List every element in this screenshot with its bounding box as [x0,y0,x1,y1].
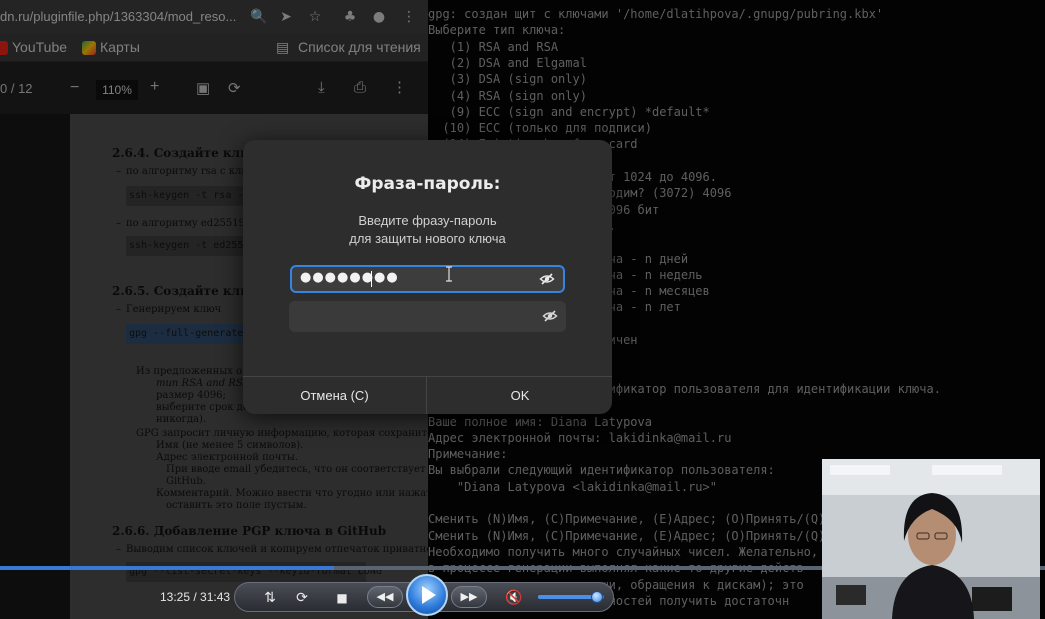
volume-level [538,595,598,599]
text-cursor [371,271,372,287]
seek-progress [0,566,335,570]
webcam-overlay [822,459,1040,619]
ok-button[interactable]: OK [428,377,612,414]
stop-icon[interactable]: ■ [331,587,353,609]
repeat-icon[interactable]: ⟳ [291,587,313,609]
dialog-message-line2: для защиты нового ключа [349,231,506,246]
passphrase-input[interactable]: ●●●●●●●● [290,265,565,293]
play-button[interactable] [406,574,448,616]
previous-icon[interactable]: ◀◀ [367,586,403,608]
dialog-title: Фраза-пароль: [354,174,501,194]
passphrase-dialog: Фраза-пароль: Введите фразу-пароль для з… [243,140,612,414]
passphrase-value: ●●●●●●●● [300,270,399,285]
mouse-ibeam-cursor [446,266,452,282]
reveal-password-icon[interactable] [542,308,558,324]
dialog-message-line1: Введите фразу-пароль [358,213,497,228]
confirm-passphrase-input[interactable] [289,301,566,332]
webcam-video [822,459,1040,619]
play-icon [422,586,436,604]
shuffle-icon[interactable]: ⇅ [259,587,281,609]
next-icon[interactable]: ▶▶ [451,586,487,608]
dialog-button-row: Отмена (С) OK [243,376,612,414]
reveal-password-icon[interactable] [539,271,555,287]
playback-time: 13:25 / 31:43 [160,590,231,604]
volume-knob[interactable] [591,591,603,603]
cancel-button[interactable]: Отмена (С) [243,377,427,414]
mute-icon[interactable]: 🔇 [503,587,525,609]
